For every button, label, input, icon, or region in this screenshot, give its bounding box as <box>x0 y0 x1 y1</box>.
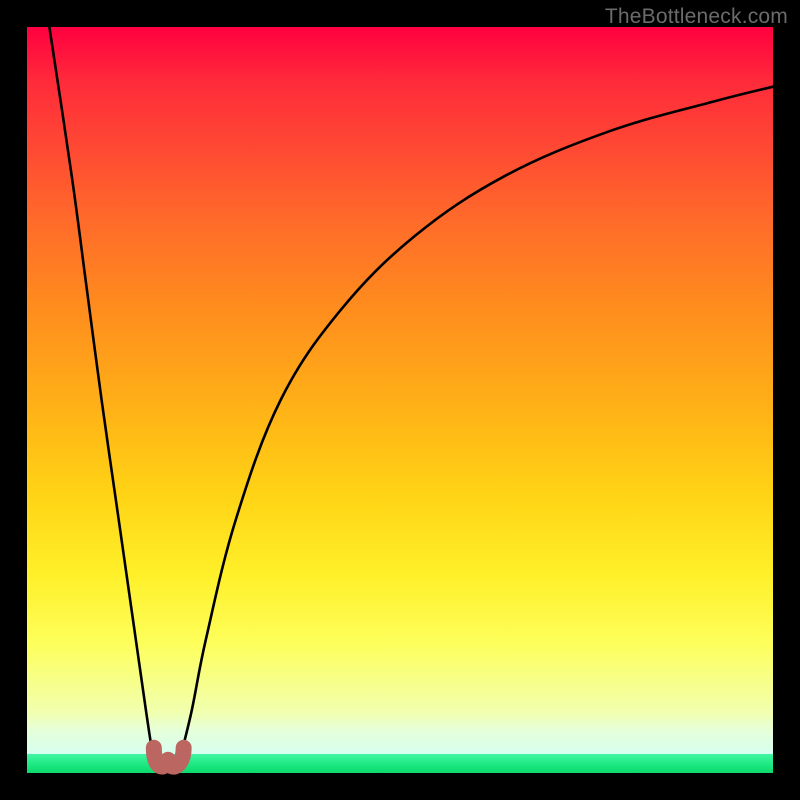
curve-left-branch <box>49 27 161 773</box>
curve-group <box>49 27 773 773</box>
plot-area <box>27 27 773 773</box>
attribution-label: TheBottleneck.com <box>605 5 788 29</box>
curves-svg <box>27 27 773 773</box>
curve-right-branch <box>176 87 773 773</box>
chart-frame: TheBottleneck.com <box>0 0 800 800</box>
trough-marker <box>154 748 184 767</box>
